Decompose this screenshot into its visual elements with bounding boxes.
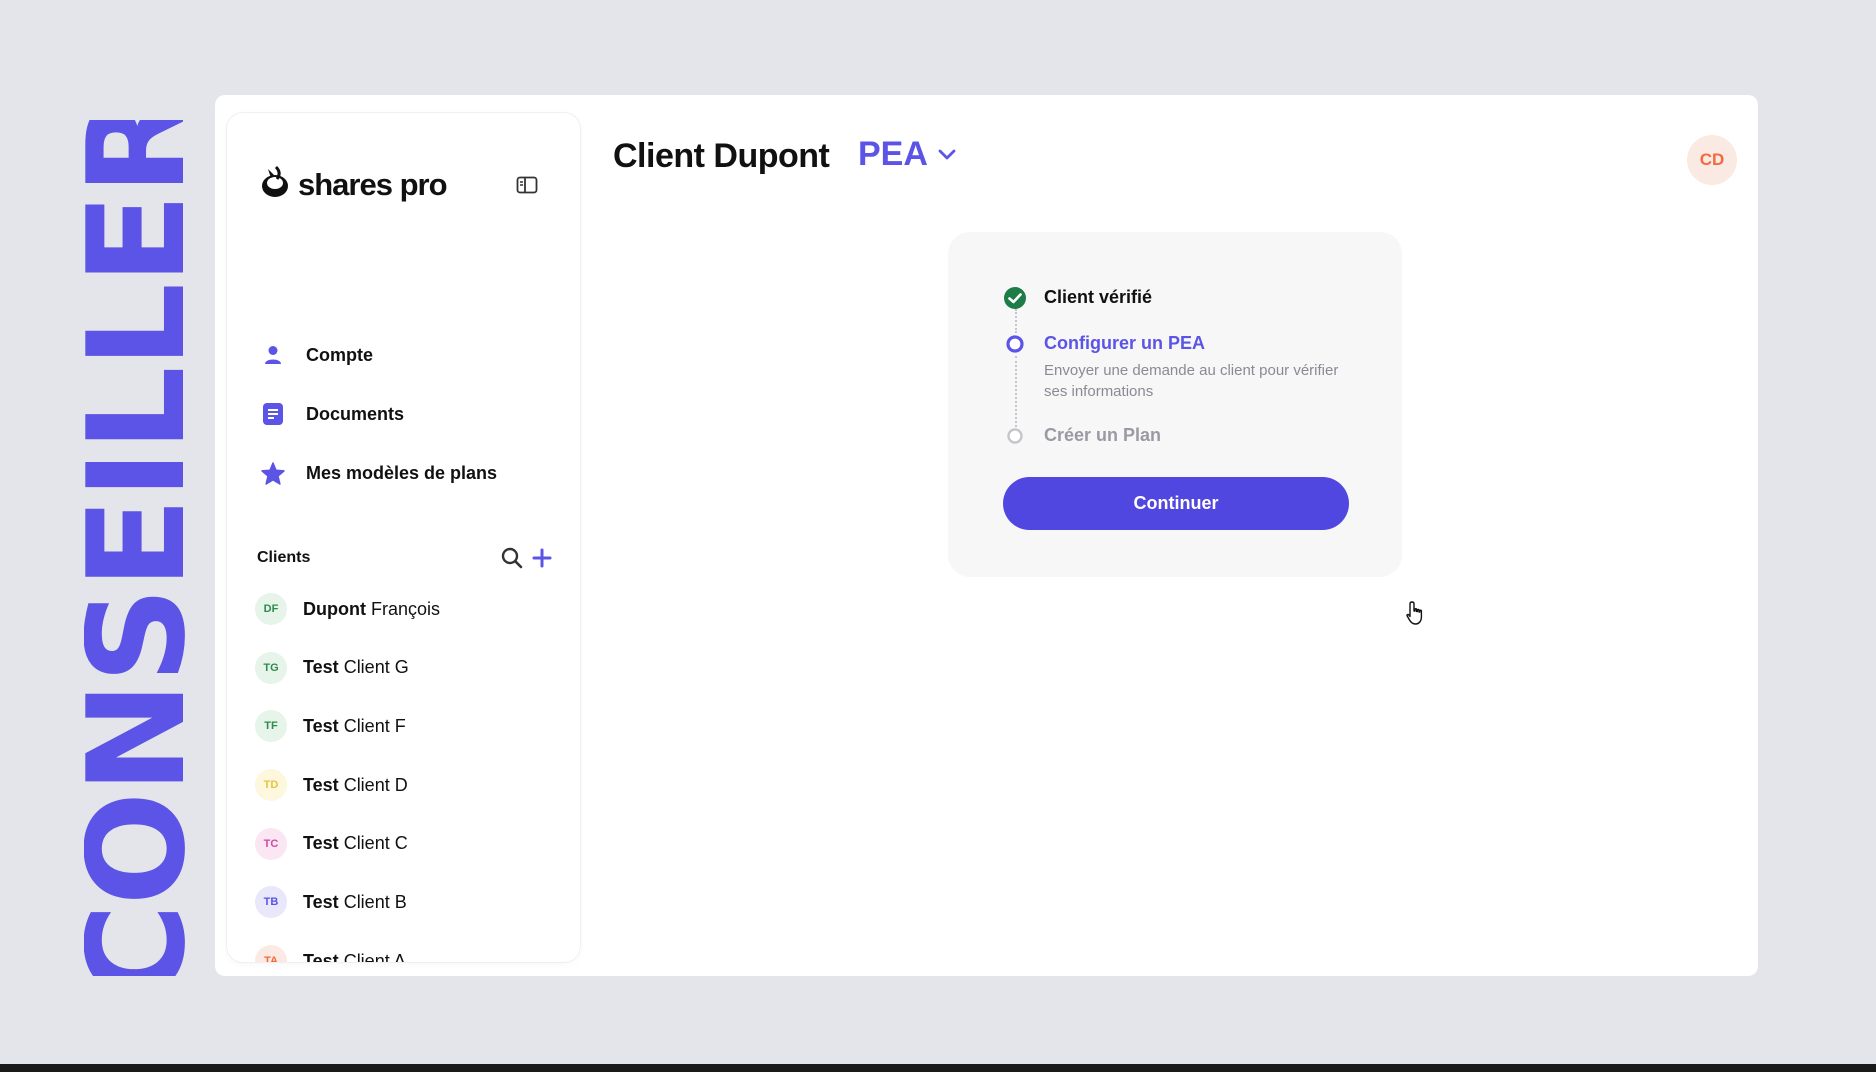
client-name-bold: Test: [303, 774, 339, 795]
step-label: Configurer un PEA: [1044, 333, 1205, 353]
add-client-button[interactable]: [527, 543, 557, 573]
brand-logo-icon: [260, 165, 290, 204]
client-avatar: TD: [255, 769, 287, 802]
client-name: Test Client A: [303, 951, 406, 962]
current-step-icon: [1003, 332, 1027, 356]
sidebar: shares pro Compte Documents Mes modèles …: [227, 113, 580, 962]
client-name-rest: Client C: [338, 833, 408, 854]
client-avatar: TA: [255, 945, 287, 962]
client-avatar: TC: [255, 827, 287, 860]
nav-item-compte[interactable]: Compte: [260, 338, 560, 372]
client-name-rest: Client B: [338, 891, 407, 912]
nav-item-mes-modeles-de-plans[interactable]: Mes modèles de plans: [260, 456, 560, 490]
nav-item-label: Compte: [306, 344, 373, 365]
document-icon: [260, 403, 286, 425]
person-icon: [260, 345, 286, 365]
client-name-bold: Test: [303, 715, 339, 736]
nav-item-label: Documents: [306, 403, 405, 424]
account-type-dropdown[interactable]: PEA: [858, 135, 956, 174]
brand-name: shares pro: [298, 166, 448, 202]
client-name-rest: Client G: [338, 657, 409, 678]
nav-item-label: Mes modèles de plans: [306, 462, 498, 483]
client-name-bold: Test: [303, 833, 339, 854]
clients-section-title: Clients: [257, 549, 311, 566]
step-label: Créer un Plan: [1044, 425, 1162, 445]
client-name-bold: Dupont: [303, 598, 366, 619]
client-name-rest: François: [365, 598, 441, 619]
brand[interactable]: shares pro: [260, 165, 448, 204]
client-name-bold: Test: [303, 950, 339, 962]
client-avatar: DF: [255, 593, 287, 625]
client-list-item[interactable]: DF Dupont François: [255, 589, 565, 629]
pointer-cursor-icon: [1406, 601, 1423, 625]
client-name-rest: Client F: [338, 715, 406, 736]
star-icon: [260, 461, 286, 485]
client-list-item[interactable]: TG Test Client G: [255, 648, 565, 688]
client-list-item[interactable]: TA Test Client A: [255, 941, 565, 962]
client-name: Test Client G: [303, 657, 409, 678]
continue-button[interactable]: Continuer: [1003, 477, 1349, 530]
client-list-item[interactable]: TB Test Client B: [255, 882, 565, 922]
client-name-bold: Test: [303, 657, 339, 678]
client-name-rest: Client D: [338, 774, 408, 795]
client-search-button[interactable]: [497, 543, 527, 573]
sidebar-collapse-button[interactable]: [515, 175, 539, 195]
client-name: Test Client B: [303, 892, 407, 913]
client-name: Test Client D: [303, 775, 408, 796]
plus-icon: [532, 548, 552, 568]
client-list: DF Dupont François TG Test Client G TF Test C…: [255, 589, 565, 962]
side-word-banner: CONSEILLER: [84, 120, 190, 976]
client-avatar: TB: [255, 886, 287, 919]
client-avatar: TF: [255, 710, 287, 743]
onboarding-stepper-card: Client vérifié Configurer un PEA Envoyer…: [948, 232, 1402, 577]
chevron-down-icon: [938, 149, 956, 159]
clients-section-header: Clients: [257, 543, 557, 573]
client-name: Test Client C: [303, 833, 408, 854]
nav-item-documents[interactable]: Documents: [260, 397, 560, 431]
client-list-item[interactable]: TF Test Client F: [255, 706, 565, 746]
sidebar-toggle-icon: [516, 176, 538, 194]
client-list-item[interactable]: TD Test Client D: [255, 765, 565, 805]
client-name: Test Client F: [303, 716, 406, 737]
step-label: Client vérifié: [1044, 287, 1153, 307]
check-circle-icon: [1003, 286, 1027, 310]
pending-step-icon: [1003, 424, 1027, 448]
app-window: shares pro Compte Documents Mes modèles …: [215, 95, 1758, 976]
step-description: Envoyer une demande au client pour vérif…: [1044, 362, 1339, 400]
main-nav: Compte Documents Mes modèles de plans: [260, 338, 560, 515]
step-connector: [1015, 309, 1017, 333]
screen-bottom-bar: [0, 1064, 1876, 1072]
client-name: Dupont François: [303, 599, 440, 620]
client-name-bold: Test: [303, 891, 339, 912]
user-avatar[interactable]: CD: [1687, 135, 1737, 185]
account-type-value: PEA: [858, 135, 928, 173]
client-list-item[interactable]: TC Test Client C: [255, 824, 565, 864]
client-name-rest: Client A: [338, 950, 406, 962]
side-word-text: CONSEILLER: [84, 120, 190, 976]
search-icon: [501, 547, 523, 569]
page-title: Client Dupont: [613, 137, 830, 175]
client-avatar: TG: [255, 651, 287, 684]
